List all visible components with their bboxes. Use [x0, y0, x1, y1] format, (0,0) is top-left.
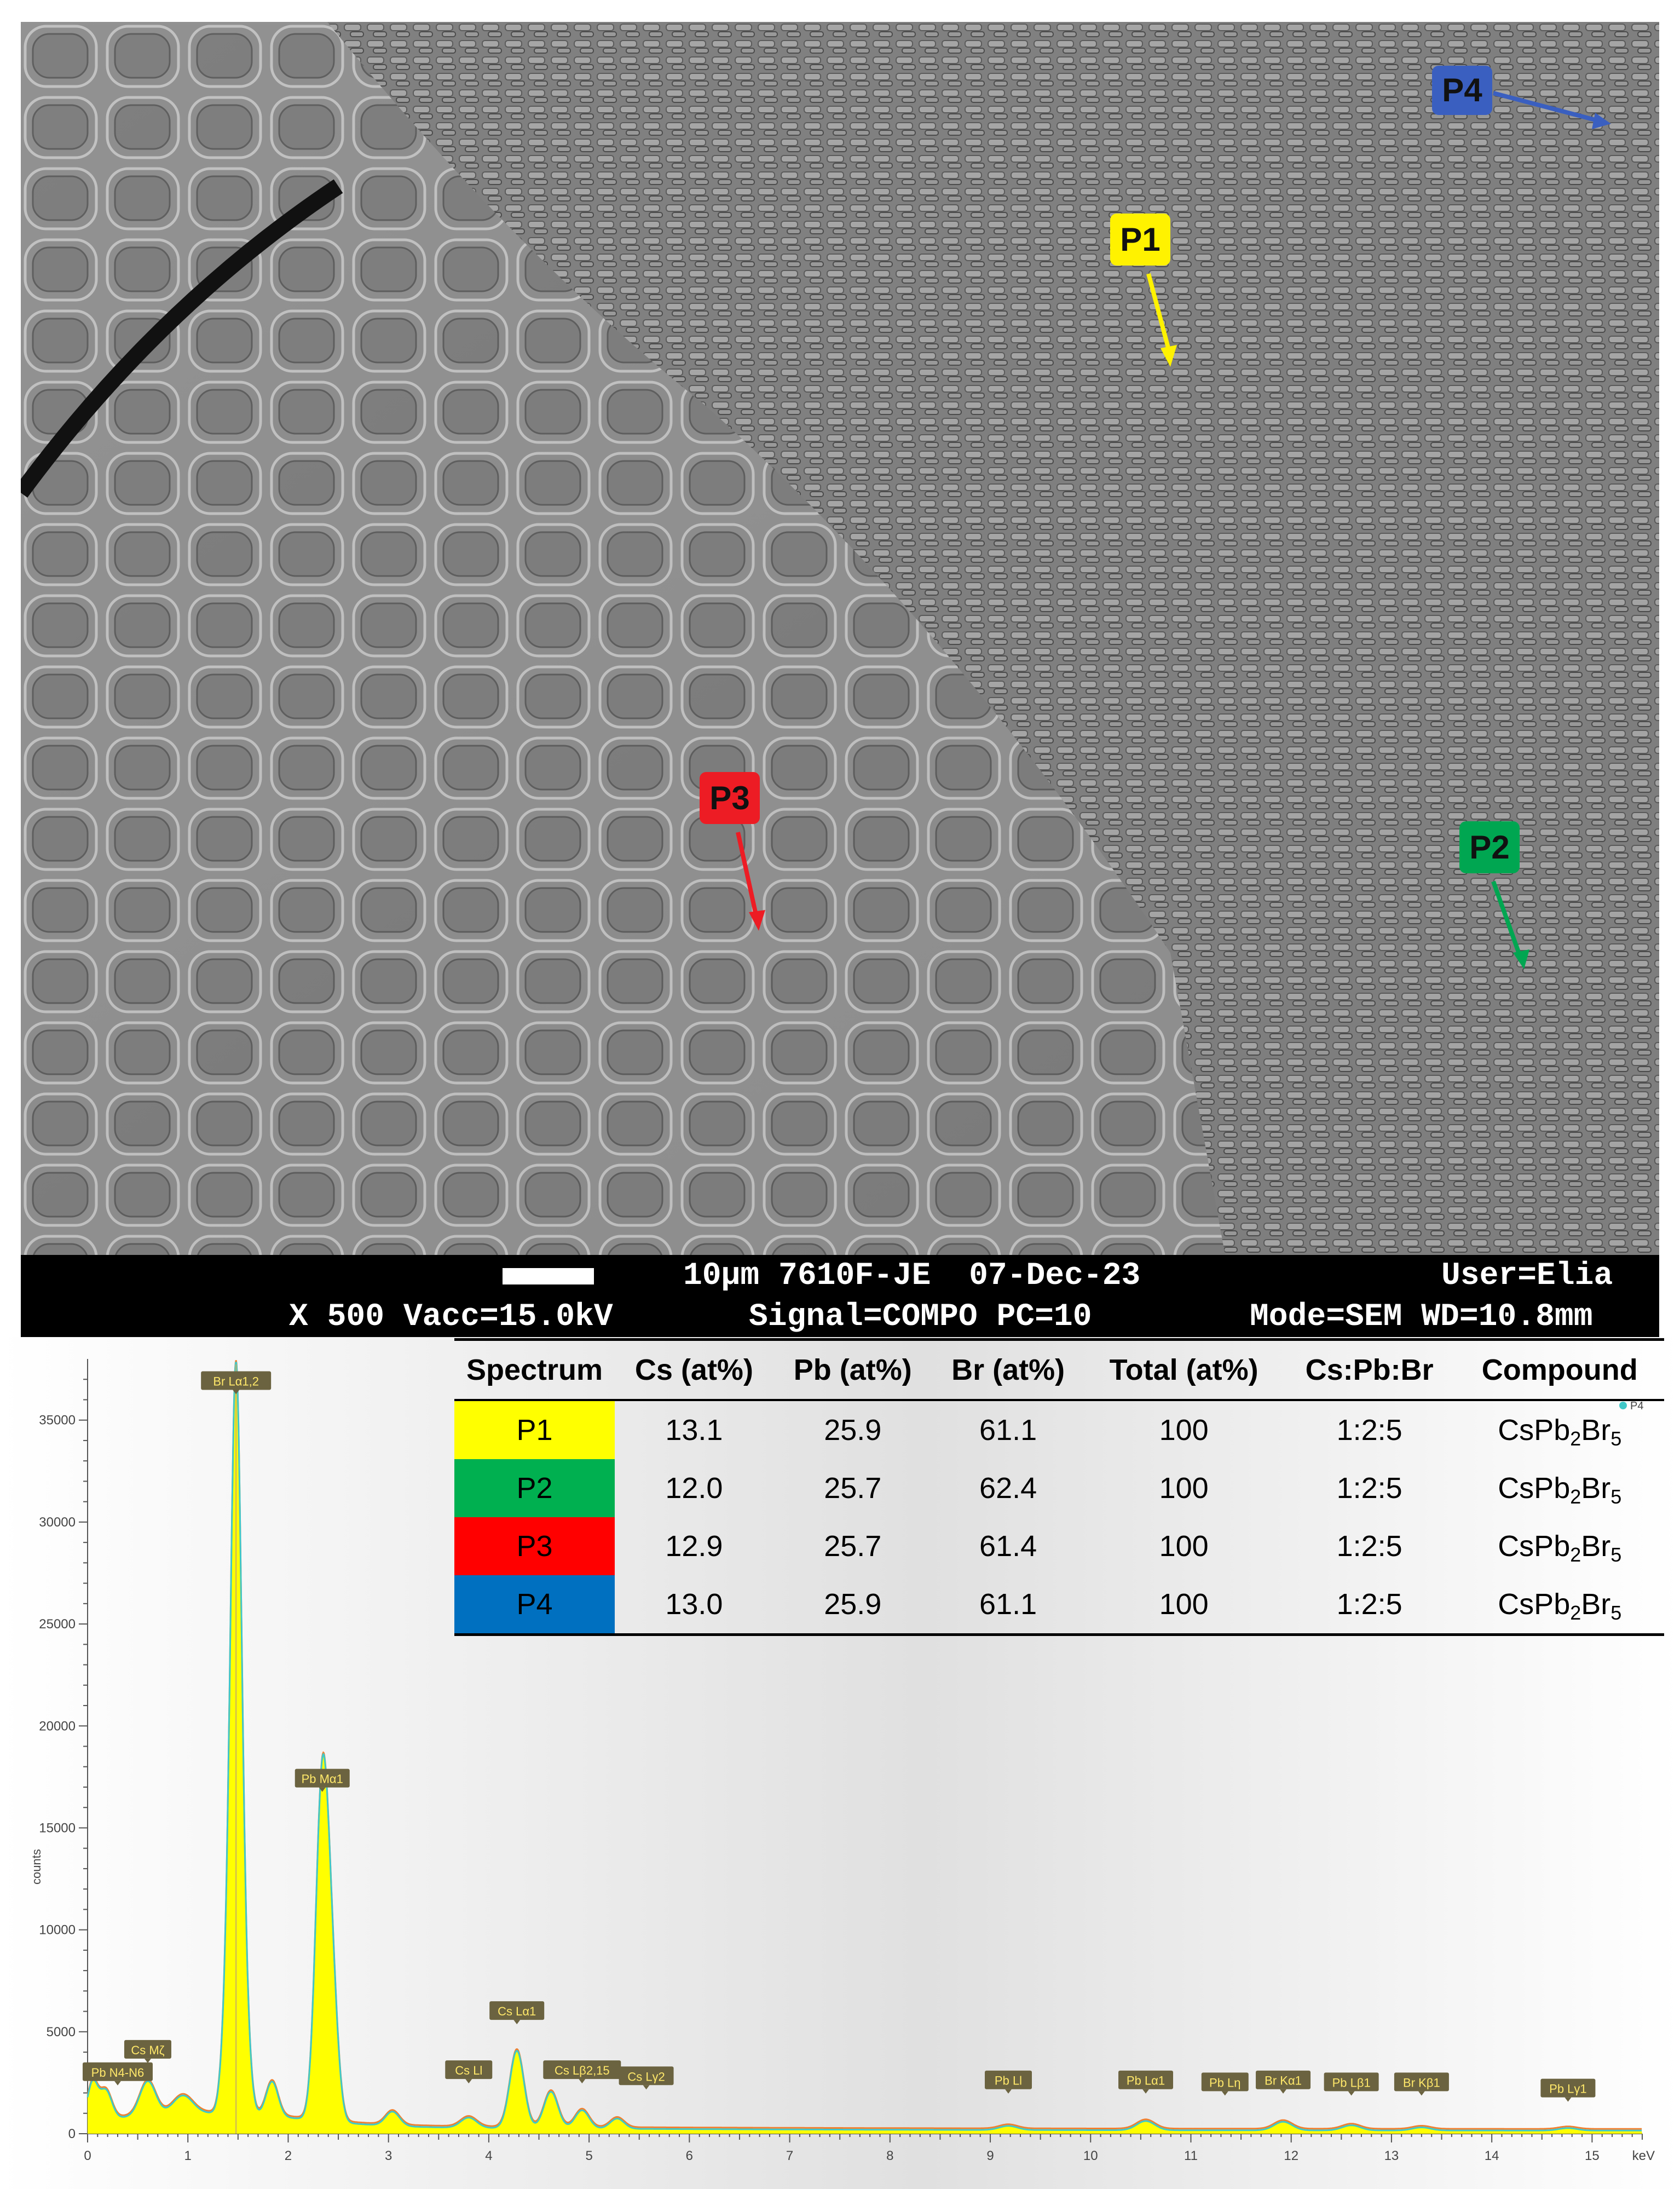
cell-spectrum: P2: [454, 1459, 615, 1517]
y-tick-label: 0: [68, 2127, 76, 2141]
table-row: P1 13.1 25.9 61.1 100 1:2:5 CsPb2Br5: [454, 1400, 1664, 1459]
marker-label-p4: P4: [1442, 72, 1482, 108]
table-row: P2 12.0 25.7 62.4 100 1:2:5 CsPb2Br5: [454, 1459, 1664, 1517]
cell-pb: 25.9: [824, 1588, 882, 1621]
x-tick-label: 7: [786, 2148, 793, 2163]
sem-micrograph: P1 P2 P3 P4: [21, 22, 1659, 1255]
peak-label: Pb N4-N6: [91, 2066, 145, 2079]
info-signal: Signal=COMPO PC=10: [749, 1299, 1092, 1335]
table-header-row: Spectrum Cs (at%) Pb (at%) Br (at%) Tota…: [454, 1339, 1664, 1400]
cell-pb: 25.9: [824, 1414, 882, 1447]
info-mode-wd: Mode=SEM WD=10.8mm: [1250, 1299, 1593, 1335]
composition-table-container: Spectrum Cs (at%) Pb (at%) Br (at%) Tota…: [454, 1338, 1664, 1635]
cell-ratio: 1:2:5: [1336, 1530, 1402, 1563]
peak-label: Pb Lα1: [1127, 2074, 1165, 2088]
marker-label-p3: P3: [709, 780, 749, 816]
scale-bar: [503, 1268, 594, 1284]
cell-br: 61.1: [979, 1414, 1037, 1447]
peak-label: Cs Lγ2: [627, 2070, 665, 2083]
x-tick-label: 12: [1284, 2148, 1298, 2163]
sem-info-bar: 10µm 7610F-JE 07-Dec-23 User=Elia X 500 …: [21, 1255, 1659, 1337]
peak-label: Cs Lα1: [498, 2004, 536, 2018]
peak-label: Cs Lβ2,15: [555, 2064, 610, 2077]
y-tick-label: 25000: [39, 1617, 76, 1632]
y-axis-label: counts: [30, 1849, 43, 1885]
x-tick-label: 8: [886, 2148, 893, 2163]
info-magnification-voltage: X 500 Vacc=15.0kV: [289, 1299, 613, 1335]
peak-label: Cs Ll: [455, 2064, 482, 2077]
header-compound: Compound: [1481, 1353, 1638, 1386]
cell-ratio: 1:2:5: [1336, 1472, 1402, 1505]
x-tick-label: 5: [585, 2148, 592, 2163]
cell-cs: 12.9: [665, 1530, 723, 1563]
y-tick-label: 10000: [39, 1923, 76, 1938]
table-row: P3 12.9 25.7 61.4 100 1:2:5 CsPb2Br5: [454, 1517, 1664, 1575]
cell-ratio: 1:2:5: [1336, 1588, 1402, 1621]
cell-cs: 13.0: [665, 1588, 723, 1621]
cell-total: 100: [1159, 1472, 1209, 1505]
x-tick-label: 4: [485, 2148, 492, 2163]
x-tick-label: 2: [285, 2148, 292, 2163]
peak-label: Br Kβ1: [1403, 2076, 1440, 2089]
peak-label: Pb Lγ1: [1549, 2082, 1587, 2096]
cell-br: 62.4: [979, 1472, 1037, 1505]
y-tick-label: 35000: [39, 1413, 76, 1428]
peak-label: Br Kα1: [1265, 2074, 1302, 2088]
header-br: Br (at%): [951, 1353, 1065, 1386]
header-total: Total (at%): [1109, 1353, 1258, 1386]
cell-cs: 12.0: [665, 1472, 723, 1505]
cell-cs: 13.1: [665, 1414, 723, 1447]
cell-ratio: 1:2:5: [1336, 1414, 1402, 1447]
cell-spectrum: P4: [454, 1575, 615, 1635]
cell-pb: 25.7: [824, 1530, 882, 1563]
header-spectrum: Spectrum: [466, 1353, 603, 1386]
composition-table: Spectrum Cs (at%) Pb (at%) Br (at%) Tota…: [454, 1338, 1664, 1636]
cell-pb: 25.7: [824, 1472, 882, 1505]
cell-compound: CsPb2Br5: [1498, 1588, 1622, 1624]
peak-label: Pb Lβ1: [1332, 2076, 1371, 2089]
cell-total: 100: [1159, 1588, 1209, 1621]
x-tick-label: 11: [1184, 2148, 1198, 2163]
y-tick-label: 5000: [47, 2025, 76, 2040]
x-tick-label: 0: [84, 2148, 91, 2163]
peak-label: Br Lα1,2: [213, 1374, 259, 1388]
x-tick-label: 15: [1585, 2148, 1600, 2163]
header-ratio: Cs:Pb:Br: [1305, 1353, 1434, 1386]
cell-br: 61.4: [979, 1530, 1037, 1563]
x-tick-label: 3: [385, 2148, 392, 2163]
cell-total: 100: [1159, 1414, 1209, 1447]
x-tick-label: 1: [184, 2148, 192, 2163]
info-user: User=Elia: [1441, 1258, 1613, 1294]
cell-compound: CsPb2Br5: [1498, 1414, 1622, 1450]
header-cs: Cs (at%): [634, 1353, 753, 1386]
x-tick-label: 6: [686, 2148, 693, 2163]
cell-spectrum: P1: [454, 1400, 615, 1459]
peak-label: Pb Ll: [995, 2074, 1022, 2088]
marker-label-p2: P2: [1469, 829, 1509, 866]
cell-compound: CsPb2Br5: [1498, 1530, 1622, 1566]
cell-br: 61.1: [979, 1588, 1037, 1621]
header-pb: Pb (at%): [793, 1353, 912, 1386]
table-row: P4 13.0 25.9 61.1 100 1:2:5 CsPb2Br5: [454, 1575, 1664, 1635]
y-tick-label: 15000: [39, 1821, 76, 1835]
x-tick-label: 9: [986, 2148, 994, 2163]
cell-compound: CsPb2Br5: [1498, 1472, 1622, 1508]
x-tick-label: 13: [1384, 2148, 1399, 2163]
cell-total: 100: [1159, 1530, 1209, 1563]
x-tick-label: 14: [1485, 2148, 1499, 2163]
y-tick-label: 20000: [39, 1719, 76, 1733]
x-axis-label: keV: [1632, 2148, 1655, 2163]
peak-label: Cs Mζ: [131, 2043, 164, 2057]
peak-label: Pb Mα1: [302, 1772, 343, 1786]
peak-label: Pb Lη: [1209, 2076, 1241, 2089]
y-tick-label: 30000: [39, 1515, 76, 1530]
marker-label-p1: P1: [1120, 221, 1160, 258]
cell-spectrum: P3: [454, 1517, 615, 1575]
info-scale-instrument-date: 10µm 7610F-JE 07-Dec-23: [683, 1258, 1141, 1294]
x-tick-label: 10: [1083, 2148, 1098, 2163]
